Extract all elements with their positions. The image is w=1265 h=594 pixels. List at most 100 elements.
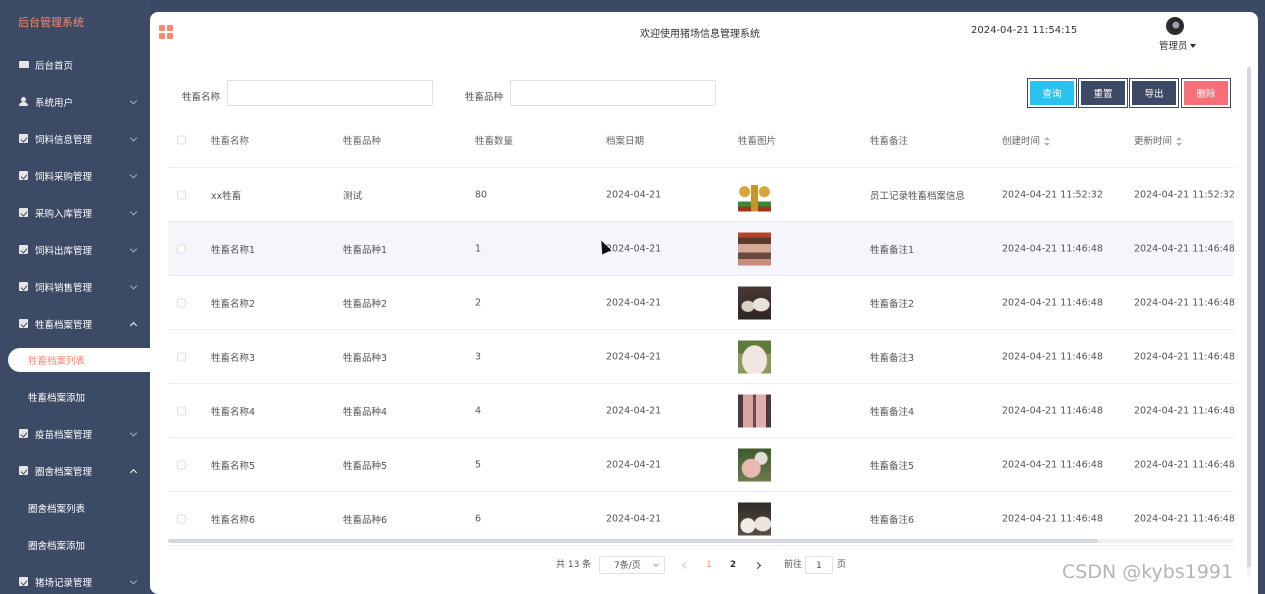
cell-breed: 牲畜品种5 <box>343 460 388 472</box>
chevron-up-icon <box>129 468 138 476</box>
sidebar-item-home[interactable]: 后台首页 <box>0 46 150 83</box>
page-size-select[interactable]: 7条/页 <box>599 556 665 574</box>
row-checkbox[interactable] <box>177 298 186 307</box>
sidebar-item-farm-records[interactable]: 猪场记录管理 <box>0 563 150 594</box>
column-header: 牲畜数量 <box>475 136 514 147</box>
reset-button[interactable]: 重置 <box>1079 79 1127 107</box>
sidebar-subitem-livestock-list[interactable]: 牲畜档案列表 <box>8 348 158 372</box>
sidebar-subitem-pen-list[interactable]: 圈舍档案列表 <box>0 489 150 526</box>
row-checkbox[interactable] <box>177 406 186 415</box>
cell-date: 2024-04-21 <box>606 297 662 308</box>
page-number[interactable]: 1 <box>702 556 716 574</box>
scrollbar-thumb[interactable] <box>168 539 1098 543</box>
sidebar-item-vaccine-records[interactable]: 疫苗档案管理 <box>0 415 150 452</box>
sidebar-item-pen-records[interactable]: 圈舍档案管理 <box>0 452 150 489</box>
chevron-down-icon <box>129 133 138 142</box>
sort-icon[interactable] <box>1176 137 1183 146</box>
pig-image[interactable] <box>738 286 771 319</box>
sidebar-item-purchase-stockin[interactable]: 采购入库管理 <box>0 194 150 231</box>
column-header: 牲畜备注 <box>870 136 909 147</box>
cell-created: 2024-04-21 11:46:48 <box>1002 351 1103 362</box>
cell-breed: 牲畜品种2 <box>343 298 388 310</box>
name-search-label: 牲畜名称 <box>182 92 221 103</box>
pig-image[interactable] <box>738 340 771 373</box>
sidebar-item-feed-stockout[interactable]: 饲料出库管理 <box>0 231 150 268</box>
sort-icon[interactable] <box>1044 137 1051 146</box>
table-header: 牲畜名称 牲畜品种 牲畜数量 档案日期 牲畜图片 牲畜备注 创建时间 更新时间 <box>168 113 1234 168</box>
cell-date: 2024-04-21 <box>606 459 662 470</box>
cell-created: 2024-04-21 11:46:48 <box>1002 405 1103 416</box>
select-all-checkbox[interactable] <box>177 135 186 145</box>
column-header-sortable[interactable]: 创建时间 <box>1002 133 1051 147</box>
cell-updated: 2024-04-21 11:46:48 <box>1134 243 1235 254</box>
page-number[interactable]: 2 <box>726 556 740 574</box>
column-header: 牲畜品种 <box>343 136 382 147</box>
sidebar-subitem-livestock-add[interactable]: 牲畜档案添加 <box>0 378 150 415</box>
chevron-down-icon <box>129 207 138 216</box>
chevron-down-icon <box>653 561 659 567</box>
row-checkbox[interactable] <box>177 244 186 253</box>
export-button[interactable]: 导出 <box>1130 79 1178 107</box>
pig-image[interactable] <box>738 394 771 427</box>
cell-updated: 2024-04-21 11:52:32 <box>1134 189 1235 200</box>
pig-image[interactable] <box>738 232 771 265</box>
table-row[interactable]: 牲畜名称5 牲畜品种5 5 2024-04-21 牲畜备注5 2024-04-2… <box>168 438 1235 492</box>
cell-remark: 牲畜备注4 <box>870 406 915 418</box>
sidebar-item-feed-sales[interactable]: 饲料销售管理 <box>0 268 150 305</box>
sidebar-subitem-pen-add[interactable]: 圈舍档案添加 <box>0 526 150 563</box>
cell-updated: 2024-04-21 11:46:48 <box>1134 405 1235 416</box>
vertical-scrollbar[interactable] <box>1247 67 1251 577</box>
sidebar-item-feed-purchase[interactable]: 饲料采购管理 <box>0 157 150 194</box>
cell-remark: 牲畜备注2 <box>870 298 915 310</box>
prev-page-button[interactable] <box>680 556 690 574</box>
row-checkbox[interactable] <box>177 190 186 199</box>
scrollbar-thumb[interactable] <box>1247 67 1251 567</box>
table-row[interactable]: 牲畜名称1 牲畜品种1 1 2024-04-21 牲畜备注1 2024-04-2… <box>168 222 1235 276</box>
row-checkbox[interactable] <box>177 352 186 361</box>
column-header: 档案日期 <box>606 136 645 147</box>
caret-down-icon <box>1189 44 1196 48</box>
name-search-input[interactable] <box>227 80 433 106</box>
table-row[interactable]: 牲畜名称2 牲畜品种2 2 2024-04-21 牲畜备注2 2024-04-2… <box>168 276 1235 330</box>
cell-remark: 牲畜备注6 <box>870 514 915 526</box>
table-row[interactable]: 牲畜名称6 牲畜品种6 6 2024-04-21 牲畜备注6 2024-04-2… <box>168 492 1235 546</box>
cell-name: xx牲畜 <box>211 190 242 202</box>
checkbox-icon <box>18 466 29 475</box>
cell-date: 2024-04-21 <box>606 189 662 200</box>
checkbox-icon <box>18 282 29 291</box>
horizontal-scrollbar[interactable] <box>168 539 1234 543</box>
pig-image[interactable] <box>738 448 771 481</box>
row-checkbox[interactable] <box>177 460 186 469</box>
cell-count: 5 <box>475 459 482 470</box>
next-page-button[interactable] <box>754 556 764 574</box>
menu-grid-icon[interactable] <box>159 25 173 39</box>
cell-updated: 2024-04-21 11:46:48 <box>1134 513 1235 524</box>
table-row[interactable]: 牲畜名称3 牲畜品种3 3 2024-04-21 牲畜备注3 2024-04-2… <box>168 330 1235 384</box>
table-row[interactable]: xx牲畜 测试 80 2024-04-21 员工记录牲畜档案信息 2024-04… <box>168 168 1235 222</box>
avatar[interactable] <box>1166 17 1184 35</box>
scale-image[interactable] <box>738 178 771 211</box>
column-header-sortable[interactable]: 更新时间 <box>1134 133 1183 147</box>
checkbox-icon <box>18 577 29 586</box>
cell-name: 牲畜名称5 <box>211 460 256 472</box>
table-row[interactable]: 牲畜名称4 牲畜品种4 4 2024-04-21 牲畜备注4 2024-04-2… <box>168 384 1235 438</box>
delete-button[interactable]: 删除 <box>1182 79 1230 107</box>
cell-count: 1 <box>475 243 482 254</box>
sidebar-item-system-users[interactable]: 系统用户 <box>0 83 150 120</box>
row-checkbox[interactable] <box>177 514 186 523</box>
breed-search-input[interactable] <box>510 80 716 106</box>
cell-remark: 牲畜备注1 <box>870 244 915 256</box>
sidebar-item-livestock-records[interactable]: 牲畜档案管理 <box>0 305 150 342</box>
goto-page-input[interactable]: 1 <box>805 556 833 574</box>
sidebar-item-feed-info[interactable]: 饲料信息管理 <box>0 120 150 157</box>
query-button[interactable]: 查询 <box>1028 79 1076 107</box>
sidebar: 后台管理系统 后台首页 系统用户 饲料信息管理 饲料采购管理 采购入库管理 饲料… <box>0 0 158 594</box>
cell-remark: 牲畜备注5 <box>870 460 915 472</box>
cell-remark: 牲畜备注3 <box>870 352 915 364</box>
chevron-up-icon <box>129 321 138 329</box>
column-header-label: 创建时间 <box>1002 136 1041 147</box>
cell-created: 2024-04-21 11:46:48 <box>1002 459 1103 470</box>
cell-breed: 牲畜品种4 <box>343 406 388 418</box>
user-menu[interactable]: 管理员 <box>1159 38 1196 52</box>
pig-image[interactable] <box>738 502 771 535</box>
